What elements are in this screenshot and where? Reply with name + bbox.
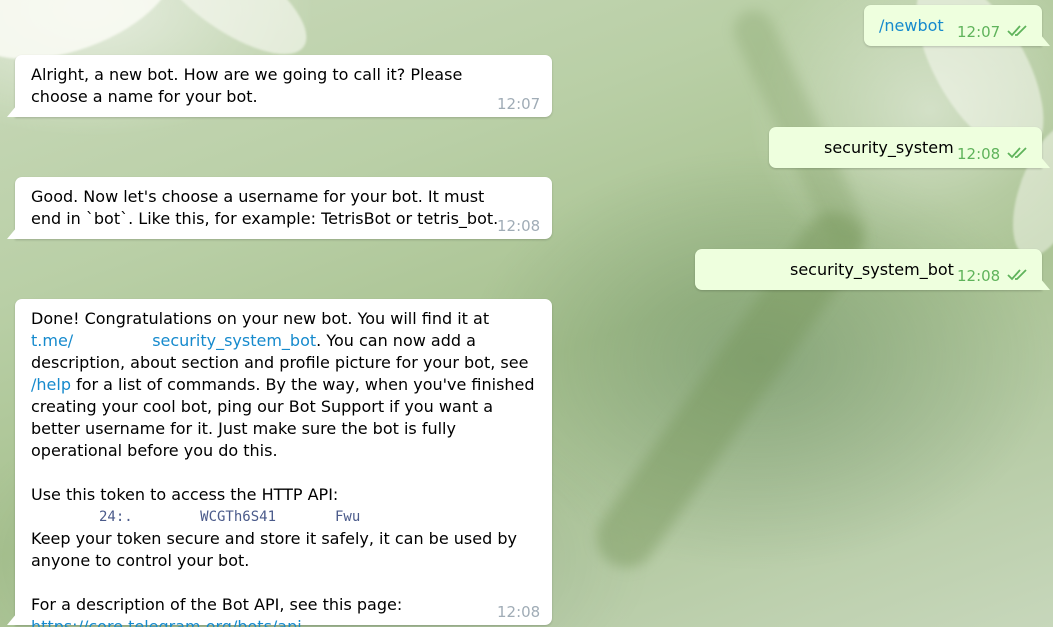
help-command-link[interactable]: /help (31, 375, 71, 394)
api-intro: For a description of the Bot API, see th… (31, 595, 403, 614)
message-body: Done! Congratulations on your new bot. Y… (31, 308, 539, 627)
outgoing-message[interactable]: security_system 12:08 (769, 127, 1042, 168)
message-text: for a list of commands. By the way, when… (31, 375, 535, 460)
bot-link[interactable]: t.me/security_system_bot (31, 331, 316, 350)
message-time: 12:07 (497, 95, 541, 113)
double-check-icon (1007, 147, 1027, 159)
message-text: Good. Now let's choose a username for yo… (31, 187, 499, 228)
incoming-message: Done! Congratulations on your new bot. Y… (15, 299, 552, 627)
message-time: 12:08 (957, 145, 1001, 163)
message-text: Done! Congratulations on your new bot. Y… (31, 309, 490, 328)
message-time: 12:08 (957, 267, 1001, 285)
bot-link-name: security_system_bot (152, 331, 317, 350)
token-warning: Keep your token secure and store it safe… (31, 529, 517, 570)
token-intro: Use this token to access the HTTP API: (31, 485, 339, 504)
message-paragraph: Done! Congratulations on your new bot. Y… (31, 308, 539, 462)
outgoing-message[interactable]: security_system_bot 12:08 (695, 249, 1042, 290)
message-text[interactable]: /newbot (879, 15, 944, 37)
message-time: 12:07 (957, 23, 1001, 41)
message-time: 12:08 (497, 217, 541, 235)
bot-link-prefix: t.me/ (31, 331, 74, 350)
api-token[interactable]: 24:. WCGTh6S41 Fwu (31, 506, 539, 528)
outgoing-message[interactable]: /newbot 12:07 (864, 5, 1042, 46)
double-check-icon (1007, 25, 1027, 37)
message-text: security_system_bot (790, 260, 954, 279)
incoming-message: Alright, a new bot. How are we going to … (15, 55, 552, 117)
message-text: Alright, a new bot. How are we going to … (31, 65, 463, 106)
message-time: 12:08 (497, 603, 541, 621)
api-docs-link[interactable]: https://core.telegram.org/bots/api (31, 616, 539, 627)
message-text: security_system (824, 138, 954, 157)
incoming-message: Good. Now let's choose a username for yo… (15, 177, 552, 239)
double-check-icon (1007, 269, 1027, 281)
